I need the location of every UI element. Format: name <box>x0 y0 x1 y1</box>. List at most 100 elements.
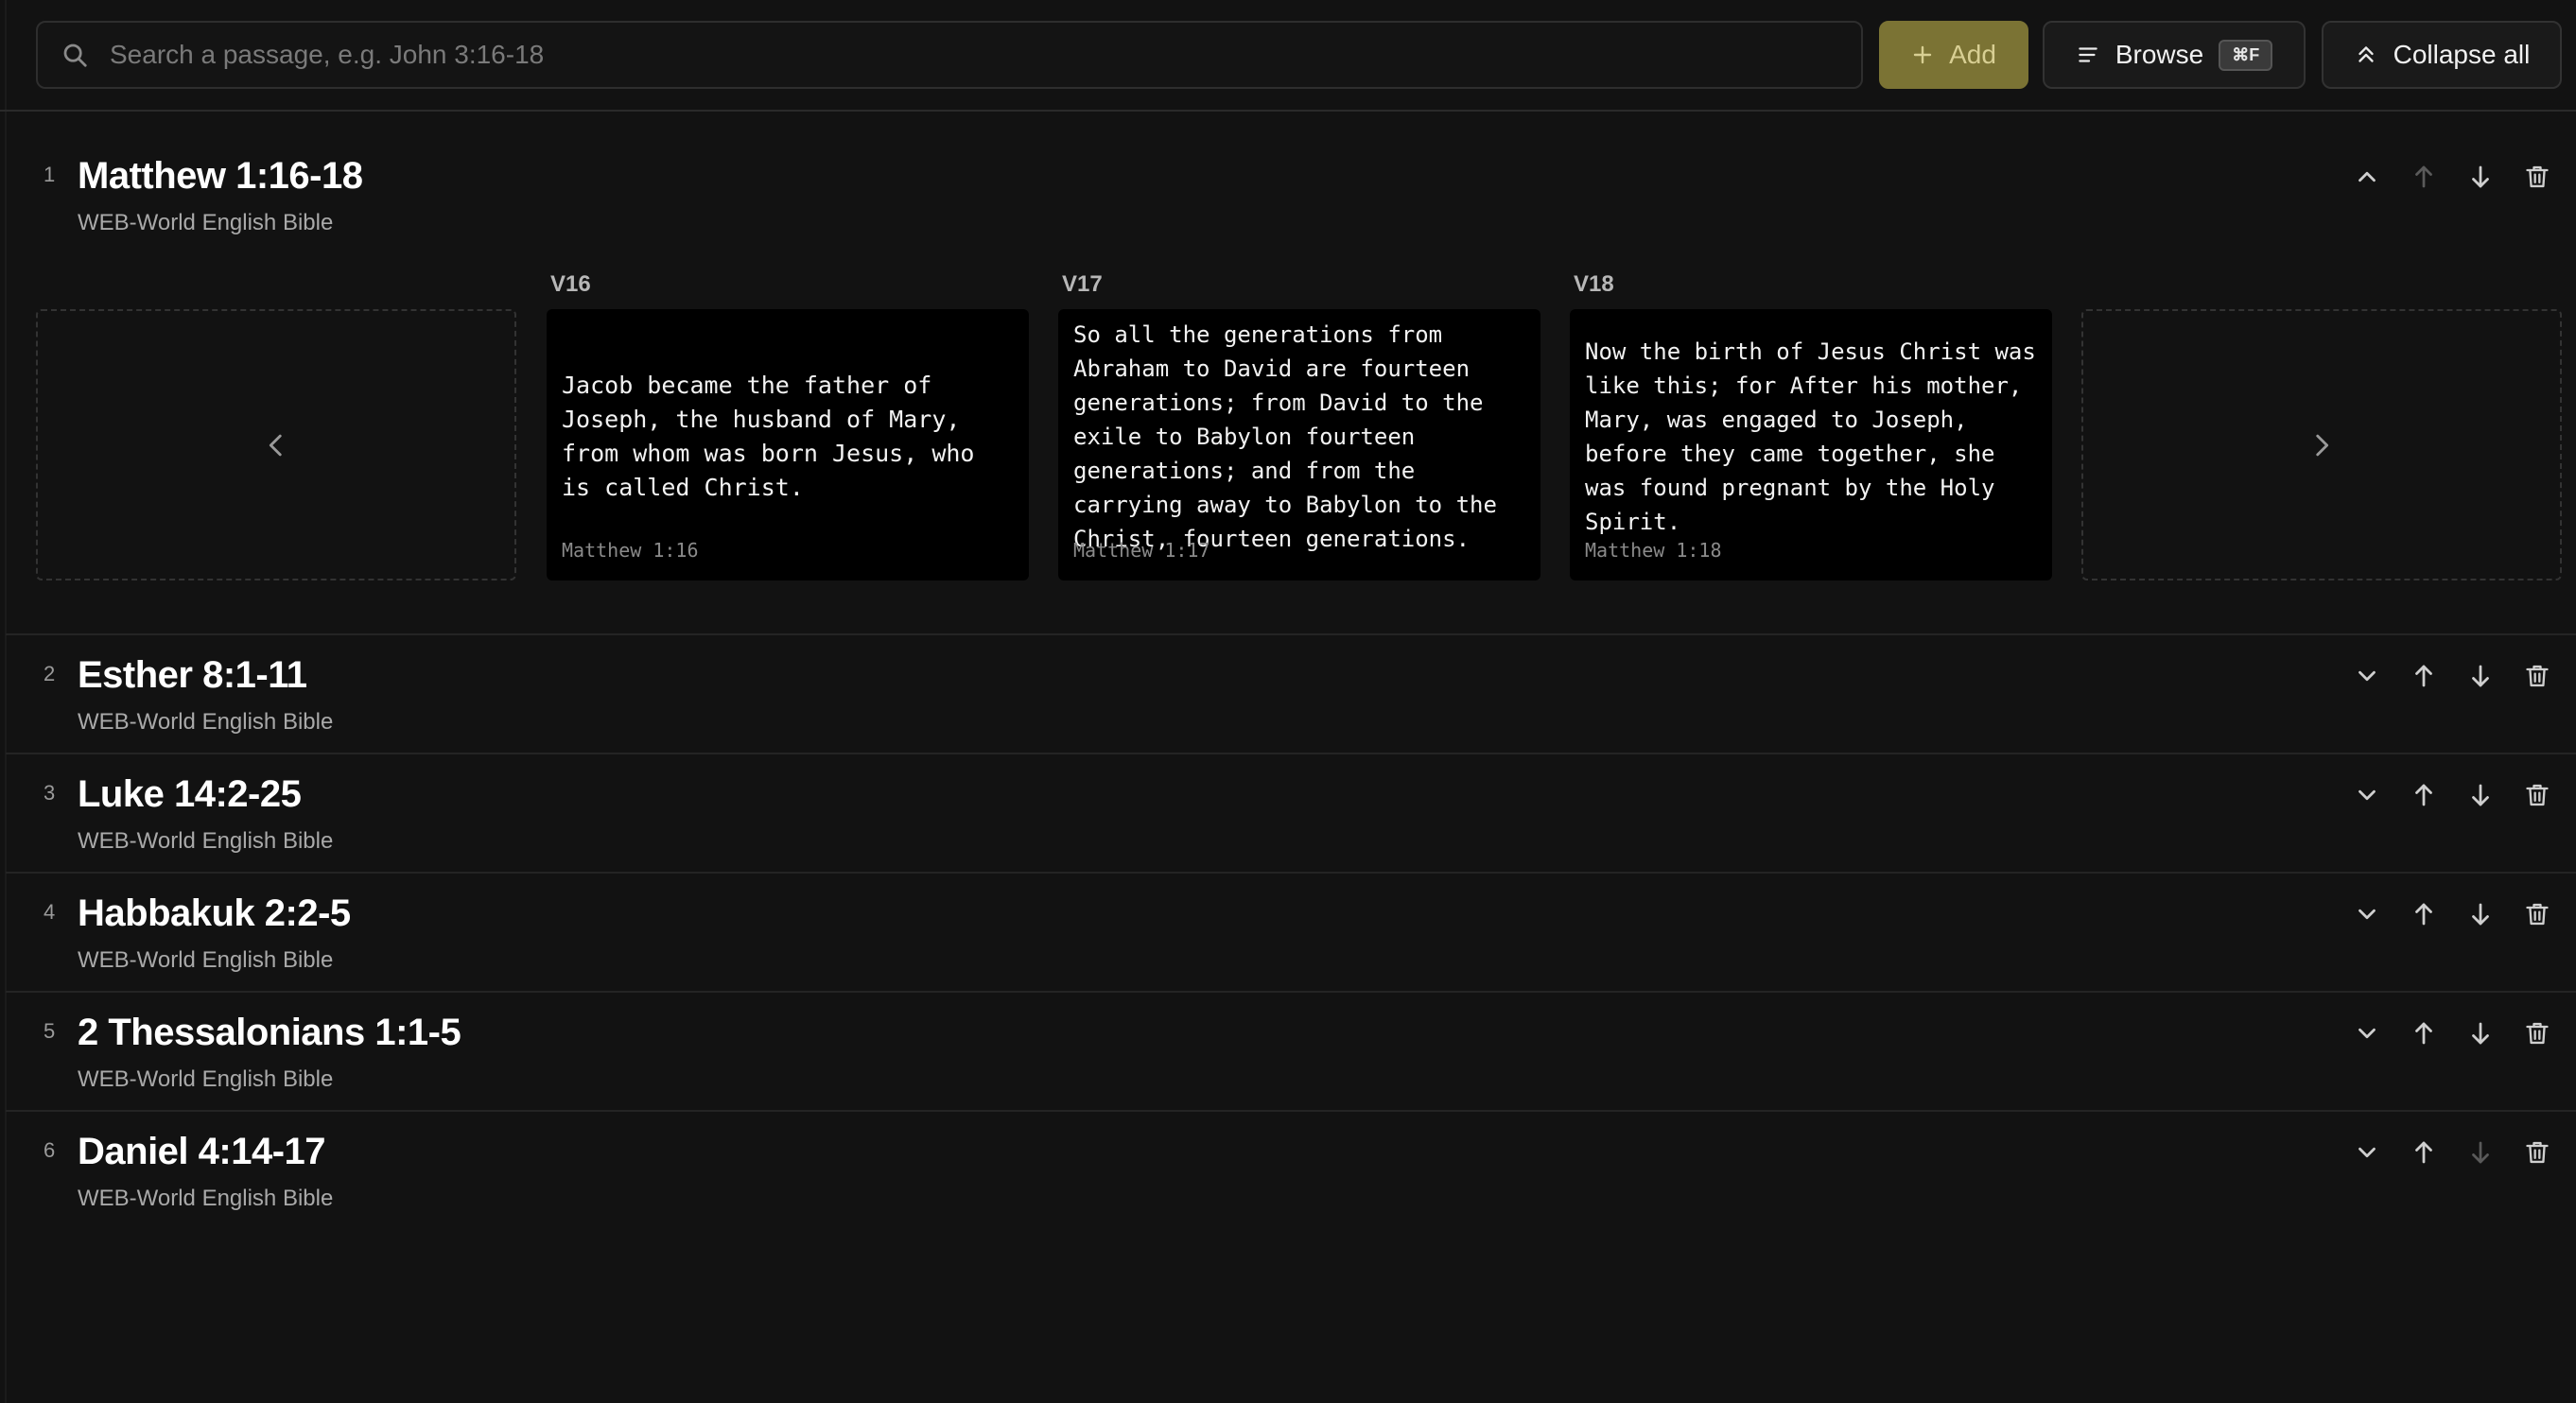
passage-controls <box>2351 1136 2553 1169</box>
toolbar: Add Browse ⌘F Collapse all <box>0 0 2576 112</box>
passage-version: WEB-World English Bible <box>78 210 334 235</box>
passage-controls <box>2351 898 2553 930</box>
arrow-up-icon <box>2415 903 2432 926</box>
passage-index: 1 <box>44 163 56 186</box>
move-up-button[interactable] <box>2408 1017 2440 1049</box>
chevron-down-icon <box>2358 1147 2376 1158</box>
collapse-button[interactable] <box>2351 161 2383 193</box>
passage-title[interactable]: Habbakuk 2:2-5 <box>78 892 351 935</box>
verse-card[interactable]: So all the generations from Abraham to D… <box>1058 309 1540 580</box>
search-box[interactable] <box>36 21 1863 89</box>
expand-button[interactable] <box>2351 779 2383 811</box>
move-up-button[interactable] <box>2408 898 2440 930</box>
trash-icon <box>2526 665 2549 687</box>
verse-text: So all the generations from Abraham to D… <box>1073 320 1497 552</box>
delete-button[interactable] <box>2521 1136 2553 1169</box>
passage-version: WEB-World English Bible <box>78 947 334 973</box>
add-button[interactable]: Add <box>1879 21 2028 89</box>
list-icon <box>2079 47 2097 62</box>
arrow-up-icon <box>2415 165 2432 188</box>
plus-icon <box>1913 45 1932 64</box>
move-up-button[interactable] <box>2408 1136 2440 1169</box>
trash-icon <box>2526 1141 2549 1164</box>
expand-button[interactable] <box>2351 1017 2383 1049</box>
row-divider <box>6 991 2576 993</box>
row-divider <box>6 872 2576 874</box>
trash-icon <box>2526 1022 2549 1045</box>
verse-label: V18 <box>1574 271 1614 297</box>
row-divider <box>6 753 2576 754</box>
passage-version: WEB-World English Bible <box>78 709 334 735</box>
chevron-left-icon <box>269 434 282 456</box>
passage-controls <box>2351 1017 2553 1049</box>
delete-button[interactable] <box>2521 779 2553 811</box>
delete-button[interactable] <box>2521 898 2553 930</box>
verse-card[interactable]: Now the birth of Jesus Christ was like t… <box>1570 309 2052 580</box>
passage-version: WEB-World English Bible <box>78 1186 334 1211</box>
collapse-all-button[interactable]: Collapse all <box>2322 21 2562 89</box>
chevrons-up-icon <box>2358 46 2374 62</box>
arrow-down-icon <box>2472 1141 2489 1164</box>
row-divider <box>6 633 2576 635</box>
search-icon <box>63 43 87 67</box>
move-down-button[interactable] <box>2464 1136 2497 1169</box>
verse-text: Now the birth of Jesus Christ was like t… <box>1585 338 2036 535</box>
left-border <box>5 0 7 1403</box>
verse-reference: Matthew 1:16 <box>562 539 699 562</box>
passage-index: 6 <box>44 1138 56 1162</box>
expand-button[interactable] <box>2351 898 2383 930</box>
passage-index: 4 <box>44 900 56 924</box>
passage-version: WEB-World English Bible <box>78 828 334 854</box>
passage-version: WEB-World English Bible <box>78 1066 334 1092</box>
verse-label: V16 <box>550 271 591 297</box>
chevron-right-icon <box>2316 434 2329 456</box>
delete-button[interactable] <box>2521 660 2553 692</box>
move-down-button[interactable] <box>2464 161 2497 193</box>
passage-title[interactable]: Daniel 4:14-17 <box>78 1131 326 1173</box>
trash-icon <box>2526 903 2549 926</box>
delete-button[interactable] <box>2521 1017 2553 1049</box>
passage-index: 5 <box>44 1019 56 1043</box>
arrow-up-icon <box>2415 1022 2432 1045</box>
arrow-down-icon <box>2472 903 2489 926</box>
add-button-label: Add <box>1949 40 1996 69</box>
arrow-up-icon <box>2415 665 2432 687</box>
trash-icon <box>2526 165 2549 188</box>
delete-button[interactable] <box>2521 161 2553 193</box>
browse-button-label: Browse <box>2115 40 2204 69</box>
chevron-down-icon <box>2358 789 2376 801</box>
passage-title[interactable]: 2 Thessalonians 1:1-5 <box>78 1012 461 1054</box>
move-up-button[interactable] <box>2408 161 2440 193</box>
move-down-button[interactable] <box>2464 779 2497 811</box>
move-up-button[interactable] <box>2408 779 2440 811</box>
passage-index: 3 <box>44 781 56 805</box>
passage-title[interactable]: Luke 14:2-25 <box>78 773 302 816</box>
move-up-button[interactable] <box>2408 660 2440 692</box>
arrow-down-icon <box>2472 665 2489 687</box>
search-input[interactable] <box>108 39 1861 71</box>
move-down-button[interactable] <box>2464 660 2497 692</box>
passage-title[interactable]: Esther 8:1-11 <box>78 654 307 697</box>
trash-icon <box>2526 784 2549 806</box>
verse-card[interactable]: Jacob became the father of Joseph, the h… <box>547 309 1029 580</box>
row-divider <box>6 1110 2576 1112</box>
verse-text: Jacob became the father of Joseph, the h… <box>562 371 975 501</box>
expand-button[interactable] <box>2351 1136 2383 1169</box>
chevron-up-icon <box>2358 171 2376 182</box>
passage-title[interactable]: Matthew 1:16-18 <box>78 155 363 198</box>
arrow-up-icon <box>2415 1141 2432 1164</box>
move-down-button[interactable] <box>2464 1017 2497 1049</box>
passage-index: 2 <box>44 662 56 685</box>
passage-controls <box>2351 660 2553 692</box>
expand-button[interactable] <box>2351 660 2383 692</box>
passage-controls <box>2351 779 2553 811</box>
move-down-button[interactable] <box>2464 898 2497 930</box>
browse-button[interactable]: Browse ⌘F <box>2043 21 2306 89</box>
arrow-down-icon <box>2472 165 2489 188</box>
chevron-down-icon <box>2358 1028 2376 1039</box>
carousel-prev-button[interactable] <box>36 309 516 580</box>
arrow-down-icon <box>2472 1022 2489 1045</box>
arrow-up-icon <box>2415 784 2432 806</box>
chevron-down-icon <box>2358 670 2376 682</box>
carousel-next-button[interactable] <box>2081 309 2562 580</box>
